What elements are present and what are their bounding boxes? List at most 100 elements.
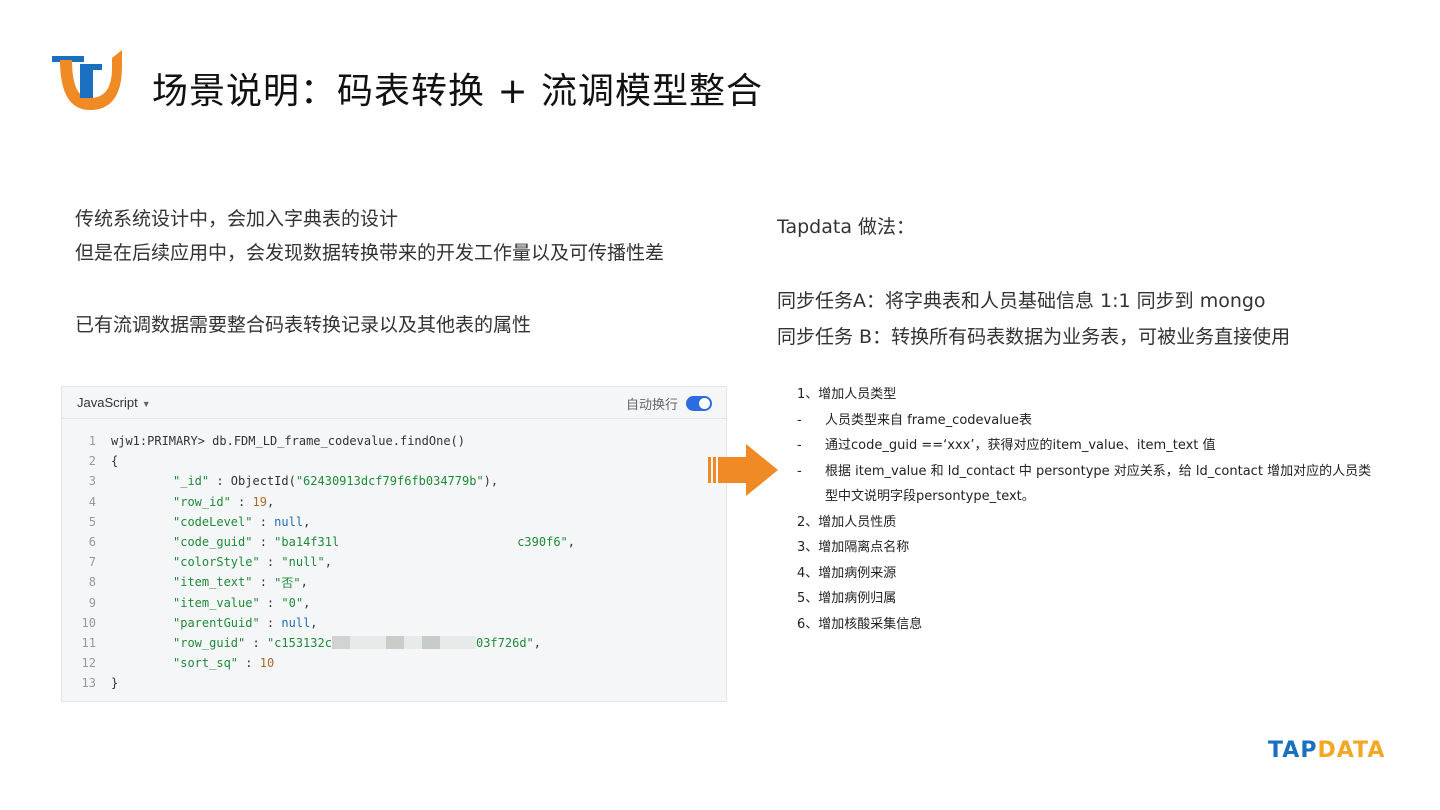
code-key: "parentGuid" (173, 615, 260, 630)
code-value: "ba14f31l (274, 535, 340, 550)
redacted-block (349, 636, 386, 650)
dash-bullet: - (797, 412, 802, 428)
code-key: "item_value" (173, 595, 260, 610)
left-description: 传统系统设计中，会加入字典表的设计 但是在后续应用中，会发现数据转换带来的开发工… (75, 202, 664, 342)
redacted-block (331, 636, 350, 650)
language-label: JavaScript (77, 395, 138, 410)
code-value: 19 (252, 494, 267, 509)
code-text: , (533, 635, 541, 650)
code-value: "否" (274, 575, 301, 590)
list-item: 2、增加人员性质 (797, 514, 897, 530)
code-text: , (303, 595, 311, 610)
subitem-text: 通过code_guid ==‘xxx’，获得对应的item_value、item… (825, 438, 1216, 453)
code-line: 8 "item_text" : "否", (62, 572, 575, 592)
list-subitem-continuation: 型中文说明字段persontype_text。 (825, 489, 1035, 504)
code-key: "row_guid" (173, 635, 246, 650)
code-line: 2{ (62, 451, 575, 471)
line-number: 6 (88, 535, 96, 550)
subitem-text: 人员类型来自 frame_codevalue表 (825, 412, 1033, 428)
list-item: 1、增加人员类型 (797, 387, 897, 402)
code-text: : (259, 615, 282, 630)
code-line: 3 "_id" : ObjectId("62430913dcf79f6fb0347… (62, 471, 575, 491)
list-item: 6、增加核酸采集信息 (797, 616, 923, 632)
line-number: 13 (81, 676, 96, 691)
code-block: 1 wjw1:PRIMARY> db.FDM_LD_frame_codevalue… (62, 431, 575, 693)
code-line: 1 wjw1:PRIMARY> db.FDM_LD_frame_codevalue… (62, 431, 575, 451)
code-line: 7 "colorStyle" : "null", (62, 552, 575, 572)
word-wrap-control: 自动换行 (626, 394, 712, 413)
code-value: null (274, 514, 304, 529)
redacted-block (439, 636, 476, 650)
list-item: 4、增加病例来源 (797, 565, 897, 581)
line-number: 10 (81, 615, 96, 630)
list-subitem: - 根据 item_value 和 ld_contact 中 persontype… (797, 459, 1397, 485)
tapdata-approach-heading: Tapdata 做法： (777, 216, 916, 238)
list-item: 3、增加隔离点名称 (797, 540, 910, 555)
line-number: 7 (88, 555, 96, 570)
code-value: "null" (281, 555, 325, 570)
brand-part: TAP (1268, 738, 1318, 763)
code-line: 4 "row_id" : 19, (62, 492, 575, 512)
code-text: : (230, 494, 253, 509)
subitem-text: 根据 item_value 和 ld_contact 中 persontype … (825, 463, 1372, 479)
tapdata-logo-icon (52, 50, 122, 110)
desc-line: 已有流调数据需要整合码表转换记录以及其他表的属性 (75, 314, 532, 336)
list-subitem: - 人员类型来自 frame_codevalue表 (797, 408, 1397, 434)
brand-part: DATA (1317, 738, 1386, 763)
line-number: 5 (88, 514, 96, 529)
desc-line: 但是在后续应用中，会发现数据转换带来的开发工作量以及可传播性差 (75, 242, 665, 264)
redacted-block (403, 636, 422, 650)
redacted-block (385, 636, 404, 650)
line-number: 9 (88, 595, 96, 610)
code-text: , (567, 535, 576, 550)
code-value: 03f726d" (475, 635, 534, 650)
code-text: : (252, 575, 275, 590)
code-key: "sort_sq" (173, 656, 239, 671)
line-number: 12 (81, 656, 96, 671)
code-key: "item_text" (173, 575, 253, 590)
desc-line: 传统系统设计中，会加入字典表的设计 (75, 208, 399, 230)
language-selector[interactable]: JavaScript ▼ (77, 395, 151, 410)
page-title: 场景说明：码表转换 + 流调模型整合 (152, 71, 764, 112)
code-panel-header: JavaScript ▼ 自动换行 (62, 387, 726, 419)
code-value: 10 (259, 656, 275, 671)
code-value: "c153132c (266, 635, 332, 650)
line-number: 8 (88, 575, 96, 590)
code-text: : (238, 656, 260, 671)
code-line: 12 "sort_sq" : 10 (62, 653, 575, 673)
code-key: "colorStyle" (173, 555, 260, 570)
code-value: "62430913dcf79f6fb034779b" (295, 474, 484, 489)
code-line: 11 "row_guid" : "c153132c 03f726d", (62, 633, 575, 653)
code-text: , (310, 615, 318, 630)
code-text: : (252, 535, 275, 550)
line-number: 2 (88, 454, 96, 469)
code-line: 13} (62, 673, 575, 693)
redacted-block (421, 636, 440, 650)
code-text: : (259, 555, 282, 570)
word-wrap-label: 自动换行 (625, 397, 678, 412)
code-text: : (259, 595, 282, 610)
code-key: "codeLevel" (173, 514, 253, 529)
dash-bullet: - (797, 463, 802, 479)
word-wrap-toggle[interactable] (686, 396, 712, 411)
code-line: 6 "code_guid" : "ba14f31l c390f6", (62, 532, 575, 552)
dash-bullet: - (797, 438, 802, 453)
code-line: 5 "codeLevel" : null, (62, 512, 575, 532)
code-text: : ObjectId( (209, 474, 296, 489)
list-item: 5、增加病例归属 (797, 591, 897, 606)
right-arrow-icon (708, 444, 778, 496)
code-text: { (111, 454, 119, 469)
code-value: null (281, 615, 311, 630)
code-text: , (324, 555, 332, 570)
code-text: } (111, 676, 119, 691)
code-text: ), (483, 474, 499, 489)
code-key: "code_guid" (173, 535, 253, 550)
line-number: 3 (88, 474, 96, 489)
code-panel: JavaScript ▼ 自动换行 1 wjw1:PRIMARY> db.FDM_L… (61, 386, 727, 702)
code-key: "_id" (173, 474, 210, 489)
list-subitem: - 通过code_guid ==‘xxx’，获得对应的item_value、ite… (797, 433, 1397, 459)
code-text: , (303, 514, 311, 529)
steps-list: 1、增加人员类型 - 人员类型来自 frame_codevalue表 - 通过cod… (797, 382, 1397, 637)
line-number: 4 (88, 494, 96, 509)
code-text: , (266, 494, 275, 509)
